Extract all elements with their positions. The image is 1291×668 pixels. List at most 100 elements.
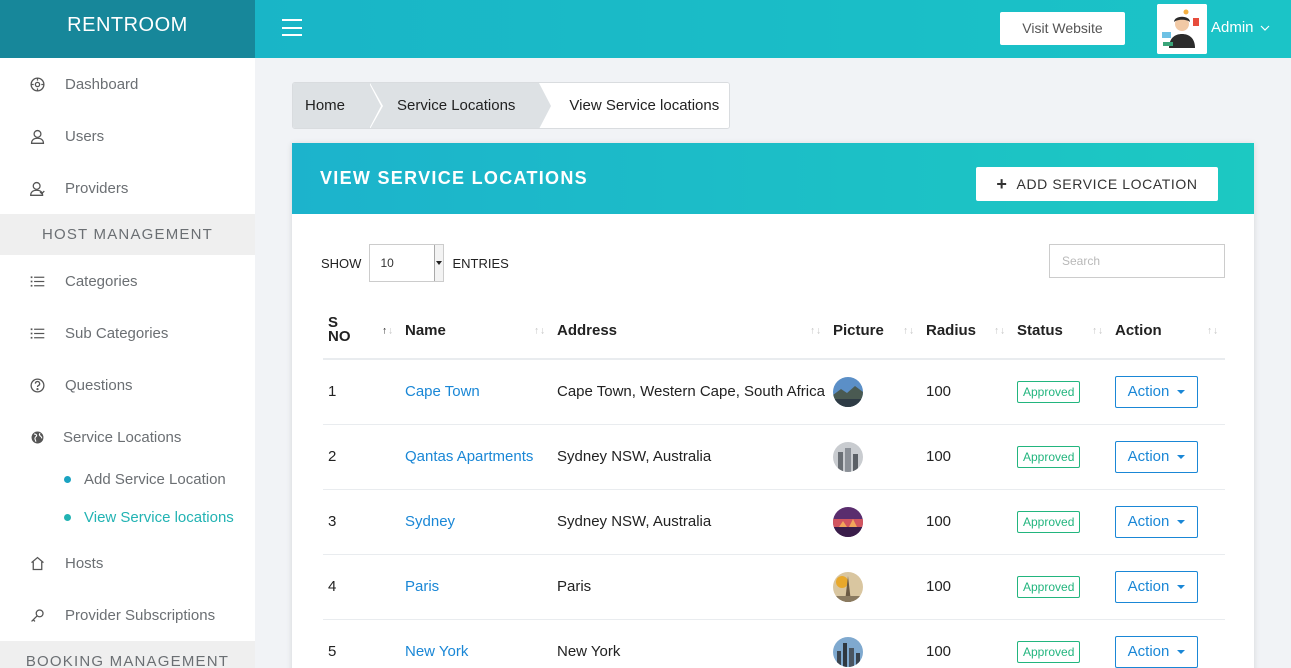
sidebar-item-categories[interactable]: Categories xyxy=(0,255,255,307)
cell-address: Sydney NSW, Australia xyxy=(552,489,828,555)
cell-action: Action xyxy=(1110,554,1225,620)
location-name-link[interactable]: New York xyxy=(400,619,552,668)
sort-icon: ↑↓ xyxy=(903,325,915,336)
action-label: Action xyxy=(1127,643,1170,660)
cell-picture xyxy=(828,554,921,620)
header-label: Name xyxy=(405,322,446,339)
cell-picture xyxy=(828,619,921,668)
column-header-name[interactable]: Name ↑↓ xyxy=(400,303,552,360)
caret-down-icon xyxy=(1177,519,1186,524)
table-row: 4 Paris Paris 100 Approved Action xyxy=(323,554,1225,620)
action-dropdown-button[interactable]: Action xyxy=(1115,635,1198,668)
caret-down-icon xyxy=(1177,389,1186,394)
column-header-address[interactable]: Address ↑↓ xyxy=(552,303,828,360)
table-row: 5 New York New York 100 Approved Action xyxy=(323,619,1225,668)
cell-picture xyxy=(828,424,921,490)
sidebar-item-users[interactable]: Users xyxy=(0,110,255,162)
header-label: Status xyxy=(1017,322,1063,339)
sidebar-item-sub-categories[interactable]: Sub Categories xyxy=(0,307,255,359)
header-label: Address xyxy=(557,322,618,339)
action-dropdown-button[interactable]: Action xyxy=(1115,570,1198,603)
page-size-select[interactable]: 10 xyxy=(369,244,445,282)
cell-radius: 100 xyxy=(921,619,1012,668)
cell-status: Approved xyxy=(1012,424,1110,490)
sidebar-item-service-locations[interactable]: Service Locations xyxy=(0,411,255,463)
list-icon xyxy=(28,272,46,290)
user-icon xyxy=(28,127,46,145)
column-header-action[interactable]: Action ↑↓ xyxy=(1110,303,1225,360)
caret-down-icon xyxy=(1177,584,1186,589)
top-bar: Visit Website Admin xyxy=(255,0,1291,58)
sidebar-item-provider-subscriptions[interactable]: Provider Subscriptions xyxy=(0,589,255,641)
cell-address: New York xyxy=(552,619,828,668)
cell-picture xyxy=(828,359,921,425)
action-dropdown-button[interactable]: Action xyxy=(1115,505,1198,538)
sidebar: RENTROOM Dashboard Users Providers HOST … xyxy=(0,0,255,668)
location-thumbnail[interactable] xyxy=(833,441,863,472)
bullet-icon xyxy=(64,513,71,521)
plus-icon: + xyxy=(996,174,1008,194)
cell-sno: 5 xyxy=(323,619,400,668)
bullet-icon xyxy=(64,475,71,483)
cell-radius: 100 xyxy=(921,489,1012,555)
action-dropdown-button[interactable]: Action xyxy=(1115,375,1198,408)
cell-sno: 1 xyxy=(323,359,400,425)
cell-action: Action xyxy=(1110,359,1225,425)
cell-radius: 100 xyxy=(921,424,1012,490)
column-header-picture[interactable]: Picture ↑↓ xyxy=(828,303,921,360)
show-label: SHOW xyxy=(321,255,362,271)
table-header-row: S NO ↑↓ Name ↑↓ Address ↑↓ Picture ↑↓ Ra… xyxy=(323,303,1225,360)
breadcrumb-service-locations[interactable]: Service Locations xyxy=(369,83,554,128)
sidebar-subitem-view-service-locations[interactable]: View Service locations xyxy=(0,498,255,536)
entries-label: ENTRIES xyxy=(452,255,509,271)
sidebar-item-label: Dashboard xyxy=(65,75,139,93)
table-row: 3 Sydney Sydney NSW, Australia 100 Appro… xyxy=(323,489,1225,555)
location-name-link[interactable]: Paris xyxy=(400,554,552,620)
cell-status: Approved xyxy=(1012,359,1110,425)
cell-sno: 3 xyxy=(323,489,400,555)
cell-status: Approved xyxy=(1012,619,1110,668)
sort-icon: ↑↓ xyxy=(1207,325,1219,336)
action-dropdown-button[interactable]: Action xyxy=(1115,440,1198,473)
sidebar-item-dashboard[interactable]: Dashboard xyxy=(0,58,255,110)
column-header-status[interactable]: Status ↑↓ xyxy=(1012,303,1110,360)
location-thumbnail[interactable] xyxy=(833,376,863,407)
column-header-sno[interactable]: S NO ↑↓ xyxy=(323,303,400,360)
sidebar-item-questions[interactable]: Questions xyxy=(0,359,255,411)
header-label: Picture xyxy=(833,322,884,339)
question-icon xyxy=(28,376,46,394)
sidebar-item-hosts[interactable]: Hosts xyxy=(0,537,255,589)
caret-down-icon xyxy=(1177,454,1186,459)
service-locations-table: S NO ↑↓ Name ↑↓ Address ↑↓ Picture ↑↓ Ra… xyxy=(323,303,1225,668)
brand-logo[interactable]: RENTROOM xyxy=(0,0,255,58)
visit-website-button[interactable]: Visit Website xyxy=(1000,12,1125,45)
location-name-link[interactable]: Cape Town xyxy=(400,359,552,425)
location-thumbnail[interactable] xyxy=(833,571,863,602)
sidebar-item-providers[interactable]: Providers xyxy=(0,162,255,214)
user-menu[interactable]: Admin xyxy=(1211,19,1270,36)
page-size-value: 10 xyxy=(380,256,394,270)
sort-icon: ↑↓ xyxy=(810,325,822,336)
avatar[interactable] xyxy=(1157,4,1207,54)
page-title: VIEW SERVICE LOCATIONS xyxy=(320,168,588,188)
sidebar-subitem-add-service-location[interactable]: Add Service Location xyxy=(0,460,255,498)
header-label: Action xyxy=(1115,322,1162,339)
location-thumbnail[interactable] xyxy=(833,506,863,537)
header-label: Radius xyxy=(926,322,977,339)
column-header-radius[interactable]: Radius ↑↓ xyxy=(921,303,1012,360)
sidebar-item-label: Service Locations xyxy=(63,428,182,446)
dropdown-arrow-icon xyxy=(434,245,444,281)
search-input[interactable] xyxy=(1049,244,1225,278)
sidebar-item-label: Questions xyxy=(65,376,133,394)
cell-sno: 4 xyxy=(323,554,400,620)
sort-icon: ↑↓ xyxy=(382,325,394,336)
location-name-link[interactable]: Qantas Apartments xyxy=(400,424,552,490)
location-name-link[interactable]: Sydney xyxy=(400,489,552,555)
menu-toggle-icon[interactable] xyxy=(282,19,302,36)
add-service-location-button[interactable]: + ADD SERVICE LOCATION xyxy=(976,167,1218,201)
breadcrumb-home[interactable]: Home xyxy=(293,83,384,128)
sidebar-item-label: Users xyxy=(65,127,105,145)
user-name: Admin xyxy=(1211,19,1254,36)
location-thumbnail[interactable] xyxy=(833,636,863,667)
chevron-down-icon xyxy=(1260,25,1269,31)
